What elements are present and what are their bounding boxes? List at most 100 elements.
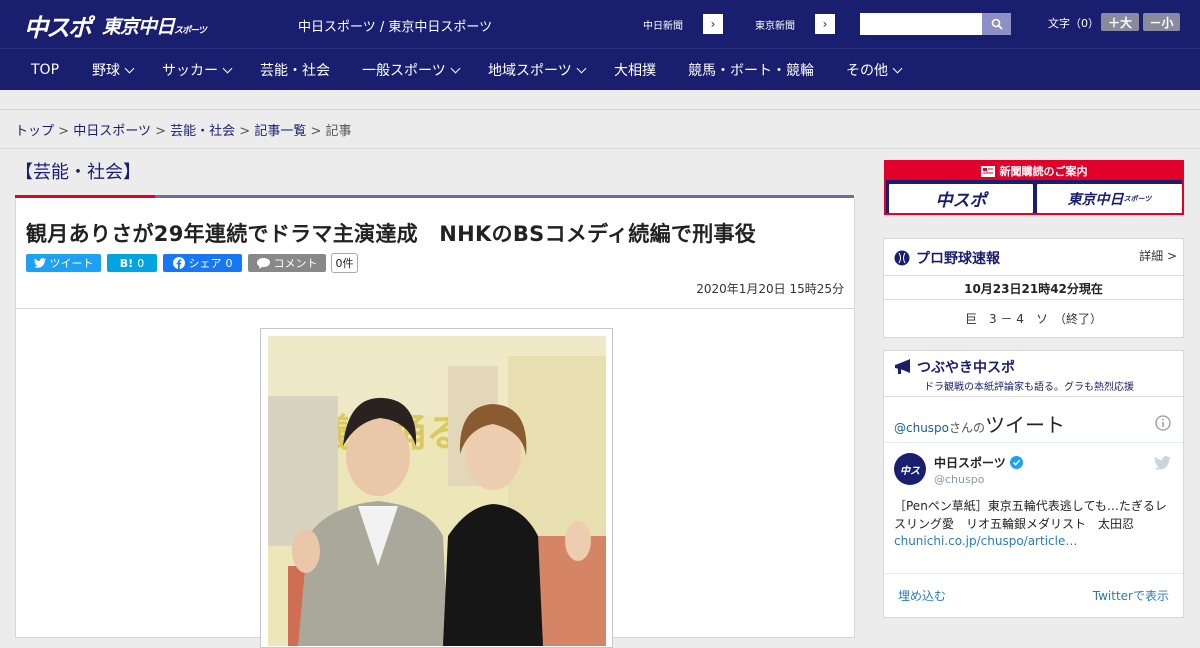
nav-item-other[interactable]: その他 xyxy=(846,49,903,91)
logo-tokyo-chunichi[interactable]: 東京中日スポーツ xyxy=(102,12,207,39)
twitter-account-suffix: さんの xyxy=(949,421,986,435)
article-card: 観月ありさが29年連続でドラマ主演達成 NHKのBSコメディ続編で刑事役 ツイー… xyxy=(15,198,855,648)
baseball-updated-time: 10月23日21時42分現在 xyxy=(964,282,1103,296)
tokyo-shimbun-link[interactable]: 東京新聞 › xyxy=(734,13,836,35)
tweet-author-handle[interactable]: @chuspo xyxy=(934,473,984,486)
facebook-count: 0 xyxy=(225,256,233,270)
font-larger-button[interactable]: ＋大 xyxy=(1101,13,1139,31)
top-header: 中スポ 東京中日スポーツ 中日スポーツ / 東京中日スポーツ 中日新聞 › 東京… xyxy=(0,0,1200,48)
breadcrumb-sep: > xyxy=(155,124,166,139)
divider xyxy=(0,148,1200,149)
divider xyxy=(884,573,1183,574)
article-photo[interactable]: 会議は踊る xyxy=(268,336,606,646)
site-logo[interactable]: 中スポ 東京中日スポーツ xyxy=(24,8,207,43)
breadcrumb-sep: > xyxy=(58,124,70,139)
logo-tokyo-sub: スポーツ xyxy=(174,25,207,36)
nav-label: 地域スポーツ xyxy=(488,63,572,79)
chevron-down-icon xyxy=(892,63,903,73)
divider xyxy=(884,275,1183,276)
chevron-down-icon xyxy=(124,63,135,73)
subscribe-tokyo-button[interactable]: 東京中日 スポーツ xyxy=(1037,184,1182,213)
twitter-embed: @chuspoさんのツイート 中ス 中日スポーツ @chuspo ［Penペン草… xyxy=(884,396,1183,617)
subscription-banner[interactable]: 新聞購読のご案内 中スポ 東京中日 スポーツ xyxy=(884,160,1184,215)
breadcrumb: トップ > 中日スポーツ > 芸能・社会 > 記事一覧 > 記事 xyxy=(15,120,352,139)
divider xyxy=(884,299,1183,300)
chevron-down-icon xyxy=(222,63,233,73)
subscription-title: 新聞購読のご案内 xyxy=(999,165,1088,178)
baseball-icon xyxy=(894,250,910,266)
paper-link-label: 中日新聞 xyxy=(623,14,703,34)
font-size-label: 文字（0） xyxy=(1048,17,1099,30)
nav-label: 大相撲 xyxy=(614,63,656,79)
chunichi-shimbun-link[interactable]: 中日新聞 › xyxy=(622,13,724,35)
publish-date: 2020年1月20日 15時25分 xyxy=(696,282,844,296)
category-label: 【芸能・社会】 xyxy=(15,162,141,183)
category-header: 【芸能・社会】 xyxy=(15,158,854,198)
facebook-share-button[interactable]: シェア 0 xyxy=(163,254,242,272)
font-smaller-button[interactable]: －小 xyxy=(1143,13,1180,31)
view-on-twitter-link[interactable]: Twitterで表示 xyxy=(1093,587,1169,604)
search-button[interactable] xyxy=(982,13,1011,35)
site-title[interactable]: 中日スポーツ / 東京中日スポーツ xyxy=(298,16,492,35)
baseball-detail-link[interactable]: 詳細 > xyxy=(1139,247,1177,264)
main-nav: TOP 野球 サッカー 芸能・社会 一般スポーツ 地域スポーツ 大相撲 競馬・ボ… xyxy=(0,48,1200,90)
baseball-title: プロ野球速報 xyxy=(916,251,1000,267)
avatar[interactable]: 中ス xyxy=(894,453,926,485)
breadcrumb-sep: > xyxy=(239,124,251,139)
twitter-bird-icon xyxy=(33,258,46,268)
subscribe-tokyo-sub: スポーツ xyxy=(1123,194,1152,203)
breadcrumb-article-list[interactable]: 記事一覧 xyxy=(254,124,306,139)
nav-label: その他 xyxy=(846,63,888,79)
baseball-score[interactable]: 巨 3 － 4 ソ （終了） xyxy=(884,310,1183,327)
nav-item-top[interactable]: TOP xyxy=(31,49,59,91)
nav-label: 野球 xyxy=(92,63,120,79)
nav-label: 競馬・ボート・競輪 xyxy=(688,63,814,79)
chevron-down-icon xyxy=(450,63,461,73)
nav-item-entertainment[interactable]: 芸能・社会 xyxy=(260,49,330,91)
breadcrumb-entertainment[interactable]: 芸能・社会 xyxy=(170,124,235,139)
nav-item-sumo[interactable]: 大相撲 xyxy=(614,49,656,91)
breadcrumb-top[interactable]: トップ xyxy=(15,124,54,139)
hatena-button[interactable]: B! 0 xyxy=(107,254,157,272)
search-input[interactable] xyxy=(860,13,982,35)
tweet-button[interactable]: ツイート xyxy=(26,254,101,272)
nav-item-baseball[interactable]: 野球 xyxy=(92,49,135,91)
subscribe-tokyo-label: 東京中日 xyxy=(1067,191,1124,208)
chevron-right-icon: › xyxy=(822,17,828,31)
nav-item-general-sports[interactable]: 一般スポーツ xyxy=(362,49,461,91)
tweet-author[interactable]: 中日スポーツ xyxy=(934,454,1023,471)
twitter-bird-icon[interactable] xyxy=(1154,456,1171,470)
tweet-label: ツイート xyxy=(49,257,94,270)
tweet-link[interactable]: chunichi.co.jp/chuspo/article… xyxy=(894,534,1077,548)
divider xyxy=(884,442,1183,443)
article-photo-frame: 会議は踊る xyxy=(260,328,613,648)
hatena-count: 0 xyxy=(137,256,145,270)
breadcrumb-chuspo[interactable]: 中日スポーツ xyxy=(73,124,151,139)
tweet-author-name: 中日スポーツ xyxy=(934,456,1006,470)
baseball-header: プロ野球速報 xyxy=(894,248,1000,268)
tsubuyaki-subtitle: ドラ観戦の本紙評論家も語る。グラも熱烈応援 xyxy=(924,382,1134,393)
breadcrumb-current: 記事 xyxy=(325,124,352,139)
logo-chuspo[interactable]: 中スポ xyxy=(24,8,92,43)
info-icon[interactable] xyxy=(1155,415,1171,431)
divider xyxy=(16,308,854,309)
breadcrumb-sep: > xyxy=(310,124,322,139)
megaphone-icon xyxy=(895,359,910,374)
nav-item-local-sports[interactable]: 地域スポーツ xyxy=(488,49,587,91)
twitter-embed-heading: @chuspoさんのツイート xyxy=(894,409,1065,438)
nav-item-soccer[interactable]: サッカー xyxy=(162,49,233,91)
nav-label: TOP xyxy=(31,62,60,78)
subscribe-chuspo-button[interactable]: 中スポ xyxy=(889,184,1033,213)
embed-link[interactable]: 埋め込む xyxy=(898,587,946,604)
comment-button[interactable]: コメント xyxy=(248,254,326,272)
nav-item-racing[interactable]: 競馬・ボート・競輪 xyxy=(688,49,814,91)
twitter-account-link[interactable]: @chuspo xyxy=(894,421,949,435)
nav-label: 一般スポーツ xyxy=(362,63,446,79)
article-headline: 観月ありさが29年連続でドラマ主演達成 NHKのBSコメディ続編で刑事役 xyxy=(26,222,757,246)
comment-count: 0件 xyxy=(331,253,358,273)
tweet-text: ［Penペン草紙］東京五輪代表逃しても…たぎるレスリング愛 リオ五輪銀メダリスト… xyxy=(894,499,1167,531)
nav-label: サッカー xyxy=(162,63,218,79)
verified-badge-icon xyxy=(1009,456,1023,469)
chevron-right-icon: › xyxy=(710,17,716,31)
sub-nav-strip xyxy=(0,90,1200,110)
